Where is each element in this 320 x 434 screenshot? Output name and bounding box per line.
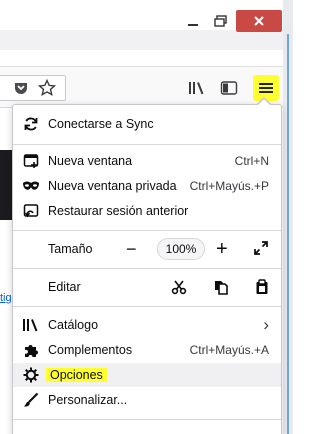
private-mask-icon: [22, 177, 40, 195]
restore-window-icon: [214, 15, 227, 27]
menu-separator: [13, 268, 281, 269]
copy-icon: [215, 281, 228, 295]
url-bar[interactable]: [0, 75, 66, 101]
library-button[interactable]: [188, 79, 206, 97]
menu-item-private-window[interactable]: Nueva ventana privada Ctrl+Mayús.+P: [13, 174, 281, 198]
menu-item-label: Complementos: [48, 343, 133, 357]
menu-item-label: Opciones: [46, 368, 107, 382]
gear-icon: [22, 366, 40, 384]
menu-item-zoom: Tamaño − 100% +: [13, 237, 281, 261]
menu-item-sync[interactable]: Conectarse a Sync: [13, 112, 281, 136]
maximize-button[interactable]: [210, 12, 232, 30]
minimize-button[interactable]: [182, 12, 204, 30]
cut-button[interactable]: [170, 278, 188, 296]
fullscreen-button[interactable]: [253, 240, 269, 259]
menu-item-label: Catálogo: [48, 318, 99, 332]
menu-separator: [13, 419, 281, 420]
sidebar-icon: [220, 81, 238, 95]
paste-button[interactable]: [253, 278, 271, 296]
sync-icon: [22, 115, 40, 133]
panel-arrow-fill: [257, 99, 271, 106]
menu-separator: [13, 306, 281, 307]
edit-label: Editar: [48, 280, 81, 294]
menu-item-addons[interactable]: Complementos Ctrl+Mayús.+A: [13, 338, 281, 362]
menu-separator: [13, 230, 281, 231]
library-icon: [22, 316, 40, 334]
zoom-reset-button[interactable]: 100%: [157, 238, 205, 260]
menu-item-edit: Editar: [13, 275, 281, 299]
menu-item-label: Personalizar...: [48, 393, 128, 407]
minimize-icon: [188, 24, 198, 26]
cut-icon: [171, 280, 187, 295]
hamburger-menu-icon: [259, 83, 273, 93]
paste-icon: [256, 279, 268, 294]
star-icon: [38, 79, 56, 97]
menu-item-options[interactable]: Opciones: [13, 363, 281, 387]
app-menu-panel: Conectarse a Sync Nueva ventana Ctrl+N N…: [12, 104, 282, 434]
menu-item-label: Nueva ventana: [48, 154, 133, 168]
menu-item-label: Restaurar sesión anterior: [48, 204, 189, 218]
close-window-button[interactable]: [236, 10, 282, 32]
fullscreen-icon: [254, 240, 268, 255]
menu-item-shortcut: Ctrl+Mayús.+P: [189, 179, 269, 193]
navigation-toolbar: [0, 66, 283, 108]
menu-item-customize[interactable]: Personalizar...: [13, 388, 281, 412]
page-link-fragment[interactable]: tig: [0, 292, 12, 304]
menu-separator: [13, 144, 281, 145]
menu-item-shortcut: Ctrl+N: [234, 154, 269, 168]
menu-item-label: Nueva ventana privada: [48, 179, 177, 193]
zoom-label: Tamaño: [48, 242, 93, 256]
menu-item-new-window[interactable]: Nueva ventana Ctrl+N: [13, 149, 281, 173]
zoom-in-button[interactable]: +: [216, 238, 228, 261]
zoom-out-button[interactable]: −: [126, 239, 137, 260]
copy-button[interactable]: [212, 278, 230, 296]
menu-item-restore-session[interactable]: Restaurar sesión anterior: [13, 199, 281, 223]
window-frame-accent: [287, 34, 289, 434]
page-dark-banner: [0, 150, 12, 220]
restore-session-icon: [22, 202, 40, 220]
menu-item-label: Conectarse a Sync: [48, 117, 154, 131]
menu-item-library[interactable]: Catálogo ›: [13, 313, 281, 337]
sidebar-button[interactable]: [220, 79, 238, 97]
pocket-button[interactable]: [12, 79, 30, 97]
library-icon: [189, 82, 204, 95]
puzzle-icon: [22, 341, 40, 359]
paintbrush-icon: [22, 391, 40, 409]
menu-item-shortcut: Ctrl+Mayús.+A: [189, 343, 269, 357]
new-window-icon: [22, 152, 40, 170]
bookmark-star-button[interactable]: [38, 79, 56, 97]
close-icon: [254, 16, 264, 26]
tab-strip: [0, 30, 293, 50]
chevron-right-icon: ›: [263, 315, 269, 334]
pocket-icon: [15, 83, 27, 94]
